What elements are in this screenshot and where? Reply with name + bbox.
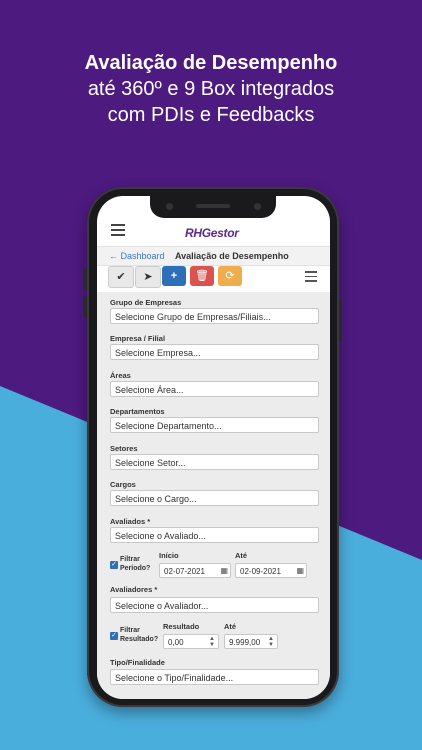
- setores-select[interactable]: Selecione Setor...: [110, 454, 319, 470]
- ate-date-label: Até: [235, 551, 248, 560]
- filtrar-resultado-checkbox[interactable]: ✓: [110, 632, 118, 640]
- filtrar-periodo-label-2: Período?: [120, 565, 151, 572]
- breadcrumb-current: Avaliação de Desempenho: [175, 251, 289, 261]
- phone-notch: [150, 196, 276, 218]
- toolbar: ✔ ➤ + 🗑 ⟳: [97, 266, 330, 288]
- add-button[interactable]: +: [162, 266, 186, 286]
- areas-label: Áreas: [110, 371, 131, 380]
- phone-screen: RHGestor ← Dashboard Avaliação de Desemp…: [97, 196, 330, 699]
- speaker-grille: [196, 204, 230, 208]
- send-button[interactable]: ➤: [135, 266, 161, 288]
- headline-line-2: até 360º e 9 Box integrados: [87, 78, 335, 100]
- setores-label: Setores: [110, 444, 138, 453]
- filtrar-resultado-label-2: Resultado?: [120, 636, 159, 643]
- phone-volume-up: [84, 268, 87, 290]
- delete-button[interactable]: 🗑: [190, 266, 214, 286]
- menu-icon[interactable]: [111, 224, 125, 239]
- headline-line-3: com PDIs e Feedbacks: [107, 104, 315, 126]
- filtrar-periodo-label-1: Filtrar: [120, 556, 140, 563]
- avaliadores-label: Avaliadores *: [110, 585, 158, 594]
- resultado-min-label: Resultado: [163, 622, 200, 631]
- ate-date-value: 02-09-2021: [240, 567, 281, 576]
- calendar-icon[interactable]: ▦: [296, 566, 304, 576]
- departamentos-label: Departamentos: [110, 407, 165, 416]
- cargos-select[interactable]: Selecione o Cargo...: [110, 490, 319, 506]
- resultado-min-value: 0,00: [168, 638, 184, 647]
- stepper-icon[interactable]: ▲ ▼: [268, 636, 274, 648]
- grupo-select[interactable]: Selecione Grupo de Empresas/Filiais...: [110, 308, 319, 324]
- phone-power-button: [339, 300, 342, 342]
- front-camera-icon: [166, 203, 173, 210]
- empresa-label: Empresa / Filial: [110, 334, 166, 343]
- inicio-label: Início: [159, 551, 179, 560]
- avaliados-select[interactable]: Selecione o Avaliado...: [110, 527, 319, 543]
- filter-form: Grupo de Empresas Selecione Grupo de Emp…: [97, 292, 330, 699]
- filtrar-periodo-label: Filtrar Período?: [120, 555, 150, 573]
- app-logo: RHGestor: [185, 226, 239, 240]
- breadcrumb-dashboard-link[interactable]: ← Dashboard: [109, 247, 165, 265]
- tipo-label: Tipo/Finalidade: [110, 658, 165, 667]
- promo-headline: Avaliação de Desempenho até 360º e 9 Box…: [0, 50, 422, 128]
- grupo-label: Grupo de Empresas: [110, 298, 182, 307]
- stepper-icon[interactable]: ▲ ▼: [209, 636, 215, 648]
- inicio-date-field[interactable]: 02-07-2021 ▦: [159, 563, 231, 578]
- cargos-label: Cargos: [110, 480, 136, 489]
- tipo-select[interactable]: Selecione o Tipo/Finalidade...: [110, 669, 319, 685]
- areas-select[interactable]: Selecione Área...: [110, 381, 319, 397]
- breadcrumb: ← Dashboard Avaliação de Desempenho: [97, 246, 330, 266]
- resultado-max-value: 9.999,00: [229, 638, 261, 647]
- sync-button[interactable]: ⟳: [218, 266, 242, 286]
- resultado-max-label: Até: [224, 622, 237, 631]
- filtrar-resultado-label-1: Filtrar: [120, 627, 140, 634]
- resultado-max-input[interactable]: 9.999,00 ▲ ▼: [224, 634, 278, 649]
- resultado-min-input[interactable]: 0,00 ▲ ▼: [163, 634, 219, 649]
- more-menu-icon[interactable]: [305, 271, 317, 285]
- empresa-select[interactable]: Selecione Empresa...: [110, 344, 319, 360]
- inicio-date-value: 02-07-2021: [164, 567, 205, 576]
- ate-date-field[interactable]: 02-09-2021 ▦: [235, 563, 307, 578]
- departamentos-select[interactable]: Selecione Departamento...: [110, 417, 319, 433]
- check-button[interactable]: ✔: [108, 266, 134, 288]
- avaliadores-select[interactable]: Selecione o Avaliador...: [110, 597, 319, 613]
- filtrar-periodo-checkbox[interactable]: ✓: [110, 561, 118, 569]
- app-bar: RHGestor: [97, 218, 330, 246]
- filtrar-resultado-label: Filtrar Resultado?: [120, 626, 158, 644]
- headline-line-1: Avaliação de Desempenho: [84, 52, 338, 74]
- phone-volume-down: [84, 296, 87, 318]
- calendar-icon[interactable]: ▦: [220, 566, 228, 576]
- sensor-icon: [254, 203, 261, 210]
- avaliados-label: Avaliados *: [110, 517, 151, 526]
